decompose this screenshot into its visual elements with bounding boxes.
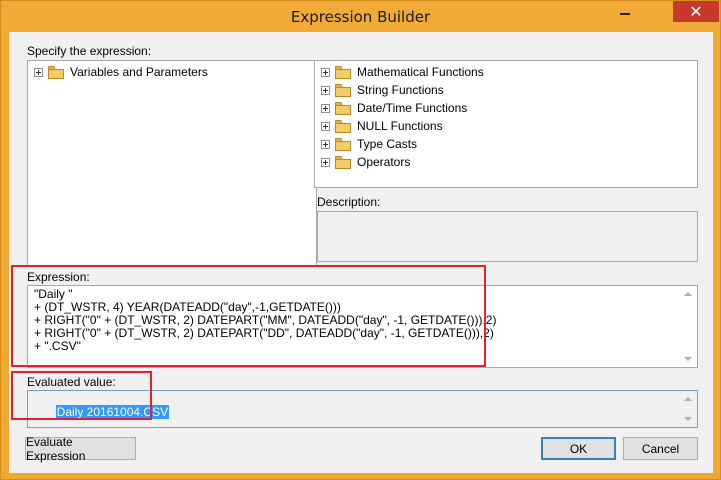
expand-icon[interactable] <box>321 121 330 131</box>
tree-item-label: String Functions <box>357 83 444 97</box>
description-box <box>317 211 698 262</box>
cancel-button[interactable]: Cancel <box>623 437 698 460</box>
scroll-up-icon[interactable] <box>684 397 692 401</box>
expand-icon[interactable] <box>321 103 330 113</box>
folder-icon <box>335 65 351 79</box>
tree-item-label: Type Casts <box>357 137 418 151</box>
functions-tree-panel[interactable]: Mathematical Functions String Functions … <box>314 60 698 188</box>
variables-tree-panel[interactable]: Variables and Parameters <box>27 60 317 266</box>
tree-item-type-casts[interactable]: Type Casts <box>321 135 417 153</box>
scroll-up-icon[interactable] <box>684 292 692 296</box>
scroll-down-icon[interactable] <box>684 417 692 421</box>
evaluated-scrollbar[interactable] <box>680 391 697 427</box>
tree-item-label: Date/Time Functions <box>357 101 468 115</box>
expand-icon[interactable] <box>321 85 330 95</box>
expression-scrollbar[interactable] <box>680 286 697 367</box>
folder-icon <box>335 101 351 115</box>
close-icon: ✕ <box>689 3 703 21</box>
folder-icon <box>335 155 351 169</box>
tree-item-mathematical-functions[interactable]: Mathematical Functions <box>321 63 484 81</box>
folder-icon <box>48 65 64 79</box>
tree-item-label: Variables and Parameters <box>70 65 208 79</box>
evaluated-highlight-rect <box>11 371 152 420</box>
tree-item-operators[interactable]: Operators <box>321 153 410 171</box>
expand-icon[interactable] <box>321 157 330 167</box>
close-button[interactable]: ✕ <box>673 1 719 22</box>
tree-item-label: Mathematical Functions <box>357 65 484 79</box>
folder-icon <box>335 83 351 97</box>
specify-expression-label: Specify the expression: <box>27 44 152 58</box>
evaluate-expression-button[interactable]: Evaluate Expression <box>25 435 136 463</box>
minimize-icon <box>620 12 630 15</box>
tree-item-string-functions[interactable]: String Functions <box>321 81 444 99</box>
folder-icon <box>335 119 351 133</box>
ok-button[interactable]: OK <box>541 437 616 460</box>
expression-highlight-rect <box>11 265 486 367</box>
tree-item-date-time-functions[interactable]: Date/Time Functions <box>321 99 467 117</box>
dialog-client-area: Specify the expression: Variables and Pa… <box>9 32 713 473</box>
tree-item-null-functions[interactable]: NULL Functions <box>321 117 443 135</box>
tree-item-label: Operators <box>357 155 411 169</box>
minimize-button[interactable] <box>612 1 638 22</box>
title-bar[interactable]: Expression Builder ✕ <box>1 1 720 32</box>
expand-icon[interactable] <box>34 67 43 77</box>
expression-builder-window: Expression Builder ✕ Specify the express… <box>0 0 721 480</box>
tree-item-variables-and-parameters[interactable]: Variables and Parameters <box>34 63 208 81</box>
tree-item-label: NULL Functions <box>357 119 443 133</box>
expand-icon[interactable] <box>321 67 330 77</box>
folder-icon <box>335 137 351 151</box>
description-label: Description: <box>317 195 381 209</box>
scroll-down-icon[interactable] <box>684 357 692 361</box>
expand-icon[interactable] <box>321 139 330 149</box>
